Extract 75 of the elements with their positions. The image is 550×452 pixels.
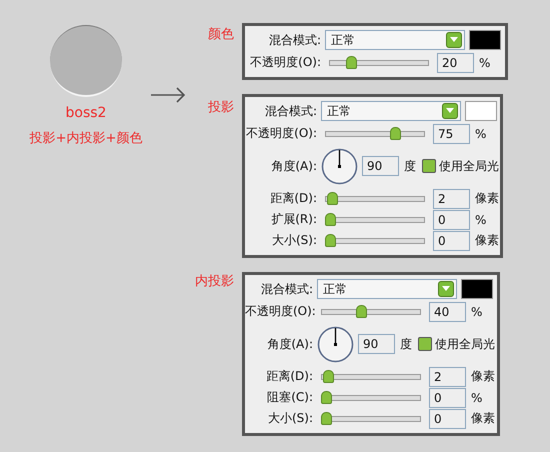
slider-thumb[interactable]: [390, 127, 402, 140]
field-label: 扩展(R):: [270, 211, 318, 228]
color-swatch[interactable]: [469, 30, 501, 50]
field-label: 混合模式:: [264, 102, 318, 120]
checkbox[interactable]: [422, 159, 436, 173]
value-field[interactable]: 2: [429, 366, 466, 386]
value-field[interactable]: 90: [362, 156, 399, 176]
section-title: 内投影: [194, 273, 235, 291]
slider[interactable]: [325, 213, 425, 226]
slider-thumb[interactable]: [356, 305, 367, 318]
field-label: 混合模式:: [268, 32, 322, 48]
checkbox-label: 使用全局光: [435, 336, 495, 352]
unit-label: %: [475, 126, 486, 140]
value-field[interactable]: 2: [433, 188, 470, 208]
preview-caption: 投影+内投影+颜色: [30, 130, 142, 147]
unit-label: %: [479, 56, 490, 70]
unit-label: 像素: [475, 190, 499, 207]
color-swatch[interactable]: [461, 279, 493, 299]
slider[interactable]: [325, 234, 425, 247]
arrow-icon: [150, 86, 186, 104]
preview-name: boss2: [66, 105, 106, 121]
field-label: 角度(A):: [266, 336, 314, 352]
field-label: 距离(D):: [269, 190, 318, 207]
slider-thumb[interactable]: [321, 391, 332, 404]
slider[interactable]: [325, 192, 425, 205]
angle-dial[interactable]: [321, 148, 358, 184]
blend-mode-dropdown[interactable]: 正常: [317, 279, 457, 299]
unit-label: 度: [400, 336, 412, 352]
checkbox-label: 使用全局光: [439, 158, 499, 174]
dropdown-icon[interactable]: [446, 32, 462, 48]
value-field[interactable]: 0: [429, 388, 466, 408]
slider-thumb[interactable]: [325, 234, 336, 247]
field-label: 角度(A):: [270, 158, 318, 174]
field-label: 不透明度(O):: [249, 54, 322, 71]
blend-mode-dropdown[interactable]: 正常: [325, 30, 465, 50]
unit-label: 像素: [471, 368, 495, 385]
checkbox[interactable]: [418, 337, 432, 351]
slider[interactable]: [329, 56, 429, 69]
section-title: 投影: [207, 99, 235, 117]
field-label: 阻塞(C):: [266, 389, 314, 406]
slider[interactable]: [321, 370, 421, 383]
section-title: 颜色: [207, 26, 235, 44]
unit-label: %: [475, 212, 486, 226]
slider-thumb[interactable]: [325, 213, 336, 226]
dropdown-icon[interactable]: [438, 281, 454, 297]
slider[interactable]: [321, 305, 421, 318]
value-field[interactable]: 90: [358, 334, 395, 354]
field-label: 大小(S):: [266, 410, 314, 427]
unit-label: %: [471, 304, 482, 318]
angle-dial[interactable]: [317, 326, 354, 362]
field-label: 大小(S):: [270, 232, 318, 249]
slider[interactable]: [325, 127, 425, 140]
value-field[interactable]: 0: [433, 230, 470, 250]
value-field[interactable]: 40: [429, 302, 466, 322]
value-field[interactable]: 75: [433, 124, 470, 144]
slider-thumb[interactable]: [322, 370, 334, 383]
blend-mode-dropdown[interactable]: 正常: [321, 101, 461, 121]
slider-thumb[interactable]: [321, 412, 332, 425]
field-label: 距离(D):: [265, 368, 314, 385]
color-swatch[interactable]: [465, 101, 497, 121]
value-field[interactable]: 0: [429, 408, 466, 428]
slider[interactable]: [321, 412, 421, 425]
field-label: 不透明度(O):: [245, 125, 318, 142]
value-field[interactable]: 20: [437, 52, 474, 72]
dropdown-icon[interactable]: [442, 103, 458, 119]
field-label: 混合模式:: [260, 280, 314, 298]
value-field[interactable]: 0: [433, 210, 470, 230]
slider[interactable]: [321, 391, 421, 404]
slider-thumb[interactable]: [346, 56, 358, 69]
field-label: 不透明度(O):: [245, 303, 317, 320]
unit-label: 像素: [475, 232, 499, 249]
slider-thumb[interactable]: [326, 192, 338, 205]
unit-label: 度: [404, 158, 416, 174]
unit-label: %: [471, 390, 482, 404]
unit-label: 像素: [471, 410, 495, 427]
